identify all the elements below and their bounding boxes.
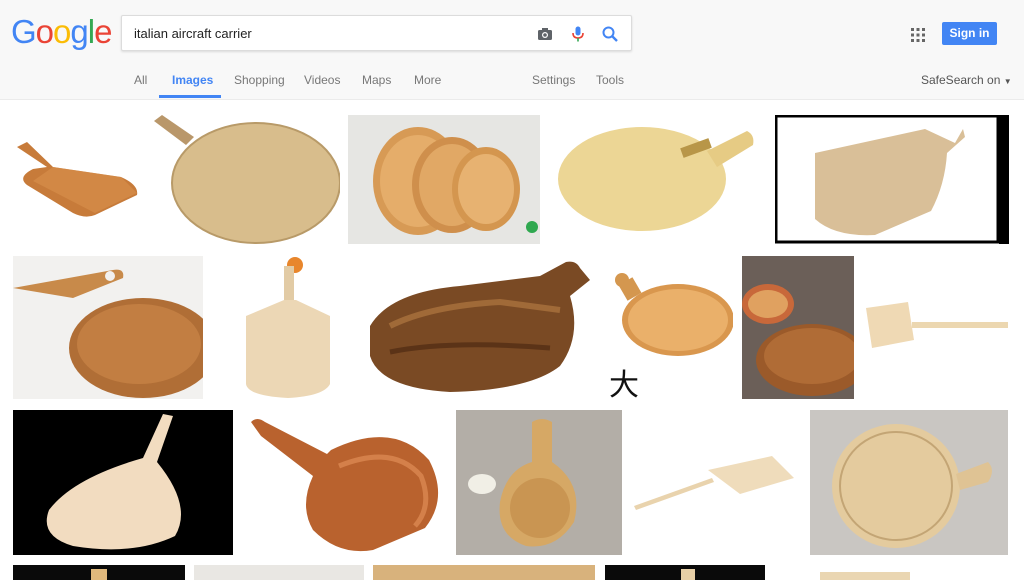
logo-letter: G	[11, 13, 37, 50]
image-result[interactable]	[862, 296, 1010, 356]
image-result[interactable]	[348, 115, 540, 244]
logo-letter: g	[70, 13, 88, 50]
image-result[interactable]	[557, 123, 757, 233]
image-result[interactable]	[13, 410, 233, 555]
image-result[interactable]	[238, 256, 338, 399]
image-result[interactable]	[456, 410, 622, 555]
tab-images[interactable]: Images	[172, 73, 213, 87]
image-result[interactable]	[13, 137, 143, 223]
tab-shopping[interactable]: Shopping	[234, 73, 285, 87]
image-result[interactable]	[373, 565, 595, 580]
image-result[interactable]	[243, 410, 443, 555]
image-result[interactable]	[152, 115, 340, 244]
logo-letter: o	[53, 13, 71, 50]
tab-more[interactable]: More	[414, 73, 441, 87]
tab-tools[interactable]: Tools	[596, 73, 624, 87]
microphone-icon[interactable]	[569, 25, 587, 43]
image-result[interactable]	[632, 452, 797, 512]
image-result[interactable]	[810, 410, 1008, 555]
image-result[interactable]	[194, 565, 364, 580]
image-result[interactable]	[608, 268, 733, 358]
search-input[interactable]: italian aircraft carrier	[121, 15, 632, 51]
image-result[interactable]	[605, 565, 765, 580]
image-result[interactable]	[13, 256, 203, 399]
active-tab-indicator	[159, 95, 221, 98]
image-result[interactable]	[775, 115, 1009, 244]
sign-in-button[interactable]: Sign in	[942, 22, 997, 45]
tab-settings[interactable]: Settings	[532, 73, 575, 87]
tab-videos[interactable]: Videos	[304, 73, 340, 87]
logo-letter: e	[94, 13, 112, 50]
image-result[interactable]	[370, 256, 592, 399]
tab-maps[interactable]: Maps	[362, 73, 391, 87]
camera-icon[interactable]	[536, 25, 554, 43]
image-result[interactable]	[742, 256, 854, 399]
image-result[interactable]	[816, 565, 916, 580]
chevron-down-icon: ▼	[1003, 77, 1012, 86]
safesearch-label: SafeSearch on	[921, 73, 1001, 87]
result-caption: 大	[609, 368, 639, 403]
search-header: Google italian aircraft carrier Sign in …	[0, 0, 1024, 100]
search-icon[interactable]	[601, 25, 619, 43]
search-query[interactable]: italian aircraft carrier	[134, 26, 252, 41]
apps-grid-icon[interactable]	[910, 27, 926, 43]
safesearch-toggle[interactable]: SafeSearch on ▼	[921, 73, 1012, 87]
logo-letter: o	[35, 13, 54, 50]
tab-all[interactable]: All	[134, 73, 147, 87]
google-logo[interactable]: Google	[11, 13, 112, 51]
image-result[interactable]	[13, 565, 185, 580]
